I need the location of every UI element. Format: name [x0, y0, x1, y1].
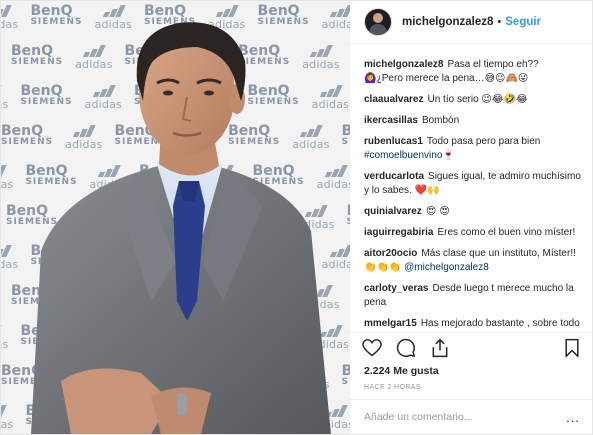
comment-username[interactable]: rubenlucas1	[364, 136, 423, 147]
post-timestamp[interactable]: HACE 2 HORAS	[350, 379, 592, 399]
comment-emoji: 😍 😍	[425, 206, 450, 217]
comment-text: Pero merece la pena…	[381, 73, 485, 84]
more-options-icon[interactable]: ...	[566, 410, 580, 425]
comment-item: michelgonzalez8 Pasa el tiempo eh?? 🙆‍♀️¿…	[364, 58, 582, 86]
follow-button[interactable]: Seguir	[505, 16, 541, 28]
comment-username[interactable]: michelgonzalez8	[364, 59, 443, 70]
comment-username[interactable]: quinialvarez	[364, 206, 422, 217]
comment-item: quinialvarez 😍 😍	[364, 205, 582, 219]
avatar[interactable]	[364, 8, 392, 36]
comment-text: Todo pasa pero para bien	[426, 136, 541, 147]
like-count[interactable]: 2.224 Me gusta	[350, 363, 592, 379]
share-icon[interactable]	[430, 338, 450, 358]
comment-item: verducarlota Sigues igual, te admiro much…	[364, 170, 582, 198]
comment-text: Eres como el buen vino míster!	[437, 227, 576, 238]
comment-emoji: 🙆‍♀️¿	[364, 73, 382, 84]
comment-text: Más clase que un instituto, Míster!!	[421, 248, 576, 259]
comment-emoji: 👏👏👏	[364, 262, 402, 273]
comment-item: mmelgar15 Has mejorado bastante , sobre t…	[364, 317, 582, 332]
comment-emoji: 🍷	[442, 150, 455, 161]
add-comment-bar: Añade un comentario... ...	[350, 399, 592, 434]
comment-item: ikercasillas Bombón	[364, 114, 582, 128]
comment-username[interactable]: aitor20ocio	[364, 248, 417, 259]
comment-text: Pasa el tiempo eh??	[447, 59, 539, 70]
comment-item: carloty_veras Desde luego t merece mucho …	[364, 282, 582, 310]
post-header: michelgonzalez8 • Seguir	[350, 1, 592, 44]
comment-emoji: ❤️🙌	[414, 185, 440, 196]
coach-portrait	[31, 22, 331, 434]
comment-username[interactable]: ikercasillas	[364, 115, 418, 126]
comment-item: aitor20ocio Más clase que un instituto, M…	[364, 247, 582, 275]
instagram-post: adidasBenQSIEMENSadidasBenQSIEMENSadidas…	[0, 0, 593, 435]
comment-username[interactable]: verducarlota	[364, 171, 424, 182]
action-bar	[350, 332, 592, 363]
comment-list: michelgonzalez8 Pasa el tiempo eh?? 🙆‍♀️¿…	[350, 44, 592, 332]
comment-username[interactable]: carloty_veras	[364, 283, 429, 294]
comment-username[interactable]: mmelgar15	[364, 318, 417, 329]
comment-icon[interactable]	[396, 338, 416, 358]
comment-item: iaguirregabiria Eres como el buen vino mí…	[364, 226, 582, 240]
post-photo[interactable]: adidasBenQSIEMENSadidasBenQSIEMENSadidas…	[1, 1, 350, 434]
post-sidebar: michelgonzalez8 • Seguir michelgonzalez8…	[350, 1, 592, 434]
bookmark-icon[interactable]	[564, 338, 580, 358]
comment-item: claaualvarez Un tío serio 😉😂🤣😂	[364, 93, 582, 107]
header-separator: •	[497, 16, 502, 28]
header-username[interactable]: michelgonzalez8	[402, 16, 493, 28]
comment-username[interactable]: iaguirregabiria	[364, 227, 433, 238]
comment-text: Bombón	[421, 115, 460, 126]
comment-emoji: 😉😂🤣😂	[481, 94, 528, 105]
comment-text: Un tío serio	[427, 94, 479, 105]
comment-hashtag[interactable]: #comoelbuenvino	[364, 150, 442, 161]
comment-mention[interactable]: @michelgonzalez8	[404, 262, 489, 273]
comment-item: rubenlucas1 Todo pasa pero para bien #com…	[364, 135, 582, 163]
heart-icon[interactable]	[362, 339, 382, 357]
comment-emoji: 😅😉🙈😜	[484, 73, 529, 84]
comment-username[interactable]: claaualvarez	[364, 94, 424, 105]
comment-input[interactable]: Añade un comentario...	[364, 411, 473, 423]
